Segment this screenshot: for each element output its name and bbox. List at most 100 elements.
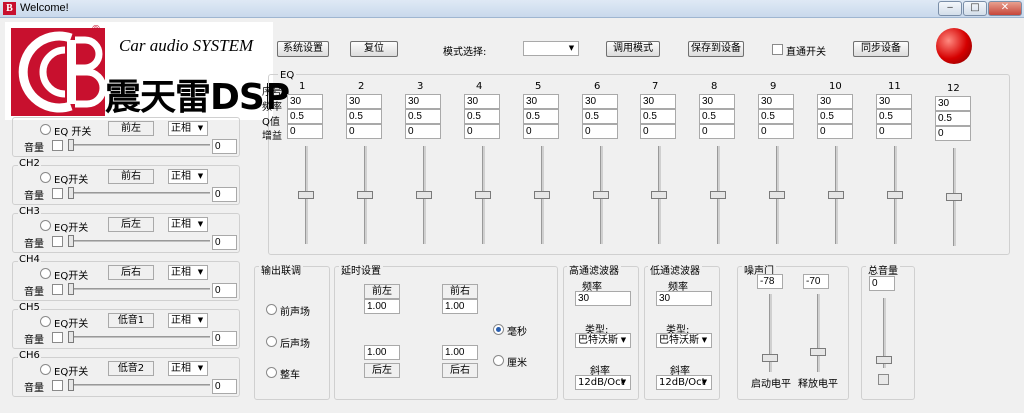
eq-band-freq-input[interactable]: 30 (287, 94, 323, 109)
master-volume-input[interactable]: 0 (869, 276, 895, 291)
eq-band-q-input[interactable]: 0.5 (699, 109, 735, 124)
slider-thumb[interactable] (68, 331, 74, 343)
channel-eq-radio[interactable] (40, 364, 51, 375)
eq-band-gain-input[interactable]: 0 (876, 124, 912, 139)
channel-mute-checkbox[interactable] (52, 284, 63, 295)
eq-band-q-input[interactable]: 0.5 (817, 109, 853, 124)
slider-thumb[interactable] (298, 191, 314, 199)
channel-volume-slider[interactable] (68, 330, 210, 344)
rear-field-radio[interactable] (266, 336, 277, 347)
eq-band-freq-input[interactable]: 30 (464, 94, 500, 109)
eq-band-gain-slider[interactable] (651, 146, 667, 244)
slider-thumb[interactable] (416, 191, 432, 199)
eq-band-q-input[interactable]: 0.5 (464, 109, 500, 124)
gate-release-slider[interactable] (810, 294, 826, 372)
eq-band-gain-slider[interactable] (357, 146, 373, 244)
front-field-radio[interactable] (266, 304, 277, 315)
channel-volume-input[interactable]: 0 (212, 235, 237, 250)
channel-eq-radio[interactable] (40, 316, 51, 327)
eq-band-freq-input[interactable]: 30 (699, 94, 735, 109)
minimize-button[interactable]: ‒ (938, 1, 962, 16)
eq-band-gain-input[interactable]: 0 (582, 124, 618, 139)
master-volume-slider[interactable] (876, 298, 892, 368)
eq-band-gain-slider[interactable] (534, 146, 550, 244)
maximize-button[interactable]: □ (963, 1, 987, 16)
gate-release-input[interactable]: -70 (803, 274, 829, 289)
channel-volume-slider[interactable] (68, 138, 210, 152)
eq-band-q-input[interactable]: 0.5 (935, 111, 971, 126)
eq-band-q-input[interactable]: 0.5 (287, 109, 323, 124)
gate-start-input[interactable]: -78 (757, 274, 783, 289)
eq-band-gain-input[interactable]: 0 (523, 124, 559, 139)
eq-band-freq-input[interactable]: 30 (935, 96, 971, 111)
eq-band-q-input[interactable]: 0.5 (523, 109, 559, 124)
eq-band-gain-slider[interactable] (475, 146, 491, 244)
eq-band-freq-input[interactable]: 30 (346, 94, 382, 109)
channel-volume-slider[interactable] (68, 186, 210, 200)
eq-band-gain-input[interactable]: 0 (640, 124, 676, 139)
highpass-slope-select[interactable]: 12dB/Oct ▼ (575, 375, 631, 390)
channel-phase-select[interactable]: 正相 ▼ (168, 265, 208, 280)
channel-eq-radio[interactable] (40, 172, 51, 183)
eq-band-freq-input[interactable]: 30 (876, 94, 912, 109)
eq-band-q-input[interactable]: 0.5 (405, 109, 441, 124)
eq-band-gain-input[interactable]: 0 (346, 124, 382, 139)
close-button[interactable]: ✕ (988, 1, 1022, 16)
gate-start-slider[interactable] (762, 294, 778, 372)
lowpass-freq-input[interactable]: 30 (656, 291, 712, 306)
channel-eq-radio[interactable] (40, 268, 51, 279)
slider-thumb[interactable] (68, 139, 74, 151)
slider-thumb[interactable] (475, 191, 491, 199)
delay-front-right-input[interactable]: 1.00 (442, 299, 478, 314)
lowpass-type-select[interactable]: 巴特沃斯 ▼ (656, 333, 712, 348)
eq-band-q-input[interactable]: 0.5 (758, 109, 794, 124)
slider-thumb[interactable] (828, 191, 844, 199)
highpass-type-select[interactable]: 巴特沃斯 ▼ (575, 333, 631, 348)
channel-mute-checkbox[interactable] (52, 140, 63, 151)
slider-thumb[interactable] (762, 354, 778, 362)
channel-mute-checkbox[interactable] (52, 380, 63, 391)
eq-band-gain-input[interactable]: 0 (758, 124, 794, 139)
system-settings-button[interactable]: 系统设置 (277, 41, 329, 57)
slider-thumb[interactable] (593, 191, 609, 199)
slider-thumb[interactable] (357, 191, 373, 199)
channel-phase-select[interactable]: 正相 ▼ (168, 169, 208, 184)
slider-thumb[interactable] (710, 191, 726, 199)
channel-phase-select[interactable]: 正相 ▼ (168, 217, 208, 232)
slider-thumb[interactable] (651, 191, 667, 199)
slider-thumb[interactable] (876, 356, 892, 364)
lowpass-slope-select[interactable]: 12dB/Oct ▼ (656, 375, 712, 390)
channel-volume-input[interactable]: 0 (212, 139, 237, 154)
eq-band-gain-input[interactable]: 0 (405, 124, 441, 139)
channel-volume-input[interactable]: 0 (212, 379, 237, 394)
slider-thumb[interactable] (810, 348, 826, 356)
whole-car-radio[interactable] (266, 367, 277, 378)
eq-band-gain-input[interactable]: 0 (287, 124, 323, 139)
sync-device-button[interactable]: 同步设备 (853, 41, 909, 57)
delay-unit-ms-radio[interactable] (493, 324, 504, 335)
passthrough-checkbox[interactable] (772, 44, 783, 55)
slider-thumb[interactable] (68, 235, 74, 247)
save-to-device-button[interactable]: 保存到设备 (688, 41, 744, 57)
call-mode-button[interactable]: 调用模式 (606, 41, 660, 57)
slider-thumb[interactable] (68, 283, 74, 295)
eq-band-gain-slider[interactable] (769, 146, 785, 244)
channel-volume-input[interactable]: 0 (212, 283, 237, 298)
slider-thumb[interactable] (534, 191, 550, 199)
delay-front-left-input[interactable]: 1.00 (364, 299, 400, 314)
eq-band-gain-slider[interactable] (416, 146, 432, 244)
channel-mute-checkbox[interactable] (52, 188, 63, 199)
eq-band-gain-slider[interactable] (298, 146, 314, 244)
eq-band-q-input[interactable]: 0.5 (876, 109, 912, 124)
channel-volume-input[interactable]: 0 (212, 187, 237, 202)
eq-band-gain-input[interactable]: 0 (935, 126, 971, 141)
delay-unit-cm-radio[interactable] (493, 355, 504, 366)
channel-phase-select[interactable]: 正相 ▼ (168, 361, 208, 376)
delay-rear-right-input[interactable]: 1.00 (442, 345, 478, 360)
slider-thumb[interactable] (946, 193, 962, 201)
channel-eq-radio[interactable] (40, 124, 51, 135)
slider-thumb[interactable] (769, 191, 785, 199)
eq-band-freq-input[interactable]: 30 (758, 94, 794, 109)
eq-band-gain-input[interactable]: 0 (817, 124, 853, 139)
eq-band-q-input[interactable]: 0.5 (582, 109, 618, 124)
